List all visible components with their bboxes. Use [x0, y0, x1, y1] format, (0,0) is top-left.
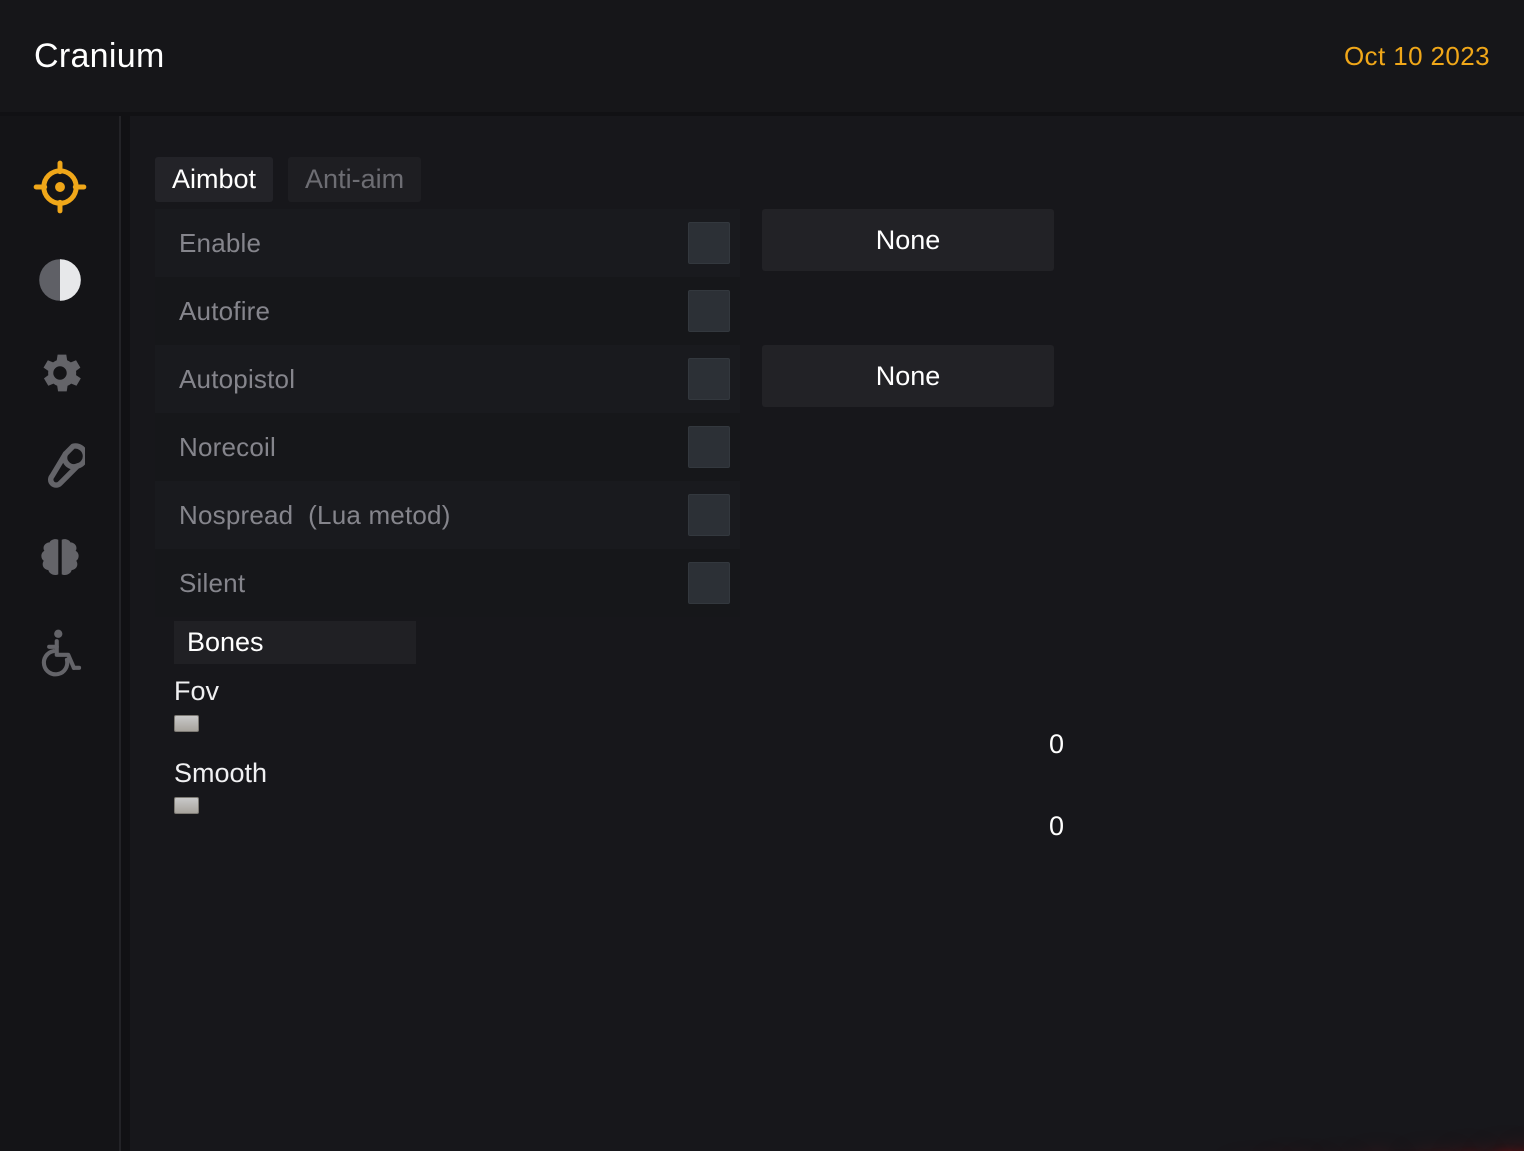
header-date: Oct 10 2023: [1343, 40, 1490, 71]
option-list: Enable Autofire Autopistol Norecoil Nosp…: [155, 209, 740, 617]
cheat-menu-window: Cranium Oct 10 2023 Aimbot Anti-aim Enab…: [0, 0, 1524, 1151]
slider-smooth: Smooth 0: [174, 758, 1064, 841]
option-label: Autofire: [179, 295, 271, 326]
option-label: Autopistol: [179, 363, 296, 394]
checkbox-norecoil[interactable]: [688, 426, 730, 468]
wrench-icon: [35, 441, 85, 491]
option-row-autofire[interactable]: Autofire: [155, 277, 740, 345]
dropdown-aimbot-key[interactable]: None: [762, 209, 1054, 271]
tab-aimbot[interactable]: Aimbot: [155, 157, 274, 202]
slider-track-fov[interactable]: 0: [174, 715, 1064, 759]
crosshair-icon: [33, 160, 87, 214]
checkbox-enable[interactable]: [688, 222, 730, 264]
checkbox-silent[interactable]: [688, 562, 730, 604]
wheelchair-icon: [34, 626, 86, 678]
sidebar-item-accessibility[interactable]: [23, 615, 97, 689]
slider-value-fov: 0: [1048, 729, 1064, 759]
site-watermark: HELLS-HACK.COM: [1233, 1139, 1524, 1151]
bones-select[interactable]: Bones: [174, 621, 416, 664]
contrast-icon: [34, 254, 86, 306]
slider-fov: Fov 0: [174, 676, 1064, 759]
sidebar-item-misc[interactable]: [23, 429, 97, 503]
slider-label-fov: Fov: [174, 676, 220, 706]
option-label: Enable: [179, 227, 262, 258]
sidebar-item-settings[interactable]: [23, 336, 97, 410]
slider-track-smooth[interactable]: 0: [174, 797, 1064, 841]
checkbox-autopistol[interactable]: [688, 358, 730, 400]
checkbox-autofire[interactable]: [688, 290, 730, 332]
option-label: Nospread (Lua metod): [179, 499, 451, 530]
tab-anti-aim[interactable]: Anti-aim: [288, 157, 422, 202]
tab-bar: Aimbot Anti-aim: [155, 157, 422, 202]
option-row-autopistol[interactable]: Autopistol: [155, 345, 740, 413]
sidebar-item-aimbot[interactable]: [23, 150, 97, 224]
slider-handle-fov[interactable]: [174, 715, 199, 732]
dropdown-autopistol-key[interactable]: None: [762, 345, 1054, 407]
main-panel: Aimbot Anti-aim Enable Autofire Autopist…: [130, 116, 1524, 1151]
option-row-nospread[interactable]: Nospread (Lua metod): [155, 481, 740, 549]
slider-label-smooth: Smooth: [174, 758, 268, 788]
option-row-norecoil[interactable]: Norecoil: [155, 413, 740, 481]
titlebar: Cranium Oct 10 2023: [0, 0, 1524, 112]
sidebar-item-skin-changer[interactable]: [23, 522, 97, 596]
brain-icon: [34, 533, 86, 585]
option-row-silent[interactable]: Silent: [155, 549, 740, 617]
sidebar: [0, 116, 121, 1151]
gear-icon: [34, 347, 86, 399]
sidebar-item-visuals[interactable]: [23, 243, 97, 317]
keybind-column: None None: [762, 209, 1054, 407]
option-label: Norecoil: [179, 431, 276, 462]
slider-handle-smooth[interactable]: [174, 797, 199, 814]
option-row-enable[interactable]: Enable: [155, 209, 740, 277]
checkbox-nospread[interactable]: [688, 494, 730, 536]
slider-value-smooth: 0: [1048, 811, 1064, 841]
option-label: Silent: [179, 567, 246, 598]
page-title: Cranium: [34, 36, 165, 75]
